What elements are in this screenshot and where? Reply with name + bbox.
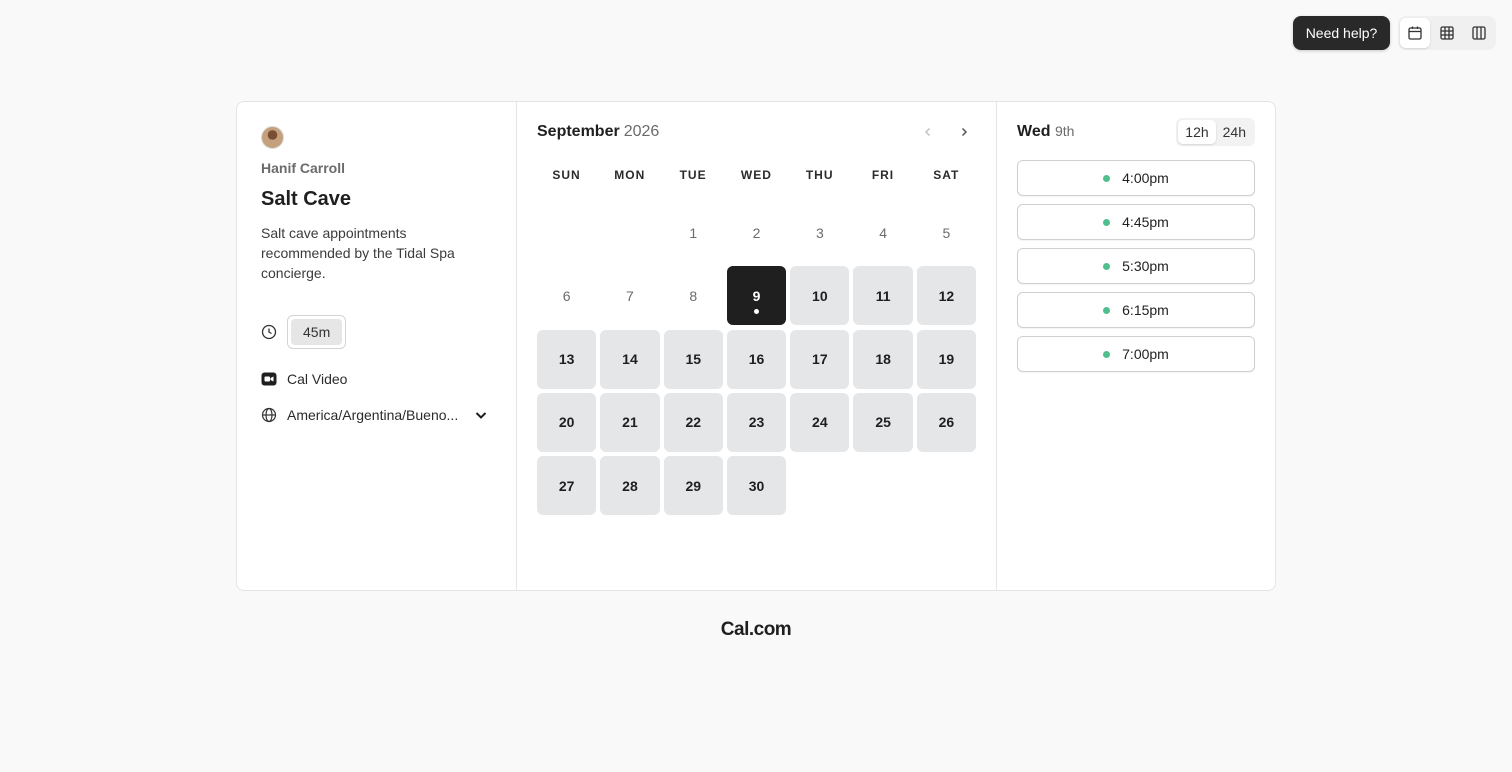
weekday-label: THU (805, 168, 834, 182)
available-day-button[interactable]: 25 (853, 392, 913, 452)
location-label: Cal Video (287, 371, 348, 387)
event-description: Salt cave appointments recommended by th… (261, 225, 455, 281)
calendar-icon (1408, 26, 1422, 40)
available-day-button[interactable]: 20 (537, 392, 597, 452)
available-day-button[interactable]: 16 (726, 329, 787, 389)
location-row: Cal Video (261, 371, 347, 387)
available-day-button[interactable]: 18 (853, 329, 913, 389)
time-slot-label: 4:00pm (1122, 170, 1169, 186)
unavailable-day: 1 (689, 224, 698, 241)
previous-month-button[interactable] (918, 122, 938, 142)
availability-dot-icon (1103, 306, 1111, 314)
availability-dot-icon (1103, 218, 1111, 226)
weekday-label: FRI (871, 168, 895, 182)
weekday-label: TUE (679, 168, 707, 182)
available-day-button[interactable]: 26 (916, 392, 977, 452)
selected-date-label: Wed 9th (1017, 123, 1074, 141)
host-avatar (261, 126, 284, 149)
time-slot-button[interactable]: 4:00pm (1017, 160, 1255, 196)
time-slot-label: 6:15pm (1122, 302, 1169, 318)
unavailable-day: 7 (626, 287, 634, 304)
available-day-button[interactable]: 14 (600, 329, 660, 389)
selected-day-button[interactable]: 9 (726, 266, 787, 326)
timezone-label[interactable]: America/Argentina/Bueno... (287, 407, 458, 423)
time-slot-button[interactable]: 7:00pm (1017, 336, 1255, 372)
year-label: 2026 (623, 123, 660, 140)
weekday-label: MON (614, 168, 646, 182)
duration-selector[interactable]: 45m (287, 315, 347, 349)
next-month-button[interactable] (954, 122, 974, 142)
available-day-button[interactable]: 30 (726, 456, 787, 516)
available-day-button[interactable]: 23 (726, 392, 787, 452)
unavailable-day: 6 (562, 287, 571, 304)
time-slot-button[interactable]: 4:45pm (1017, 204, 1255, 240)
grid-icon (1440, 26, 1454, 40)
availability-dot-icon (1103, 262, 1111, 270)
available-day-button[interactable]: 13 (537, 329, 597, 389)
calendar-panel: September 2026 SUN MON TUE WED THU FRI SAT 1234… (517, 102, 997, 590)
available-day-button[interactable]: 10 (790, 266, 850, 326)
chevron-right-icon (961, 127, 968, 137)
time-slot-button[interactable]: 5:30pm (1017, 248, 1255, 284)
cal-com-logo[interactable]: Cal.com (0, 619, 1512, 641)
available-day-button[interactable]: 24 (790, 392, 850, 452)
clock-icon (261, 324, 277, 340)
empty-day-cell (537, 203, 596, 262)
availability-dot-icon (1103, 350, 1111, 358)
weekday-label: SAT (933, 168, 960, 182)
time-slot-button[interactable]: 6:15pm (1017, 292, 1255, 328)
time-slot-label: 4:45pm (1122, 214, 1169, 230)
available-day-button[interactable]: 29 (663, 456, 723, 516)
unavailable-day: 8 (689, 287, 698, 304)
booking-card: Hanif Carroll Salt Cave Salt cave appoin… (236, 101, 1276, 591)
video-camera-icon (261, 372, 277, 386)
month-label: September (537, 123, 620, 140)
time-format-24h[interactable]: 24h (1216, 120, 1253, 144)
unavailable-day: 2 (752, 224, 761, 241)
columns-icon (1472, 26, 1486, 40)
available-day-button[interactable]: 27 (537, 456, 597, 516)
time-slot-label: 5:30pm (1122, 258, 1169, 274)
layout-view-toggle (1398, 16, 1496, 50)
globe-icon (261, 407, 277, 423)
host-name: Hanif Carroll (261, 160, 346, 176)
available-day-button[interactable]: 12 (916, 266, 977, 326)
chevron-left-icon (924, 127, 931, 137)
timezone-selector[interactable]: America/Argentina/Bueno... (261, 407, 488, 423)
selected-date-number: 9th (1054, 123, 1075, 139)
event-info-panel: Hanif Carroll Salt Cave Salt cave appoin… (237, 102, 517, 590)
available-day-button[interactable]: 11 (853, 266, 913, 326)
time-format-toggle: 12h 24h (1176, 118, 1255, 146)
empty-day-cell (600, 203, 659, 262)
available-day-button[interactable]: 15 (663, 329, 723, 389)
duration-chip[interactable]: 45m (291, 319, 343, 345)
available-day-button[interactable]: 28 (600, 456, 660, 516)
weekday-label: WED (740, 168, 772, 182)
time-slots-panel: Wed 9th 12h 24h 4:00pm 4:45pm 5:30pm 6:15pm 7… (997, 102, 1275, 590)
unavailable-day: 4 (879, 224, 888, 241)
available-day-button[interactable]: 22 (663, 392, 723, 452)
month-year-heading: September 2026 (537, 123, 659, 141)
duration-row: 45m (261, 315, 347, 349)
time-slot-list: 4:00pm 4:45pm 5:30pm 6:15pm 7:00pm (1017, 160, 1255, 372)
column-view-button[interactable] (1464, 18, 1494, 48)
event-title: Salt Cave (261, 188, 352, 210)
unavailable-day: 3 (815, 224, 824, 241)
time-format-12h[interactable]: 12h (1178, 120, 1216, 144)
need-help-button[interactable]: Need help? (1293, 16, 1390, 50)
selected-weekday: Wed (1017, 123, 1051, 140)
unavailable-day: 5 (942, 224, 951, 241)
availability-dot-icon (1103, 174, 1111, 182)
weekday-header: SUN MON TUE WED THU FRI SAT (537, 168, 976, 182)
need-help-label: Need help? (1305, 25, 1378, 41)
weekday-label: SUN (552, 168, 581, 182)
calendar-grid: 1 2 3 4 5 6 7 8 9 10 11 12 13 14 15 16 17 18 19 20 21 22 23 24 2… (537, 203, 977, 516)
available-day-button[interactable]: 17 (790, 329, 850, 389)
weekly-view-button[interactable] (1432, 18, 1462, 48)
available-day-button[interactable]: 19 (916, 329, 977, 389)
chevron-down-icon[interactable] (474, 408, 488, 422)
available-day-button[interactable]: 21 (600, 392, 660, 452)
time-slot-label: 7:00pm (1122, 346, 1169, 362)
month-view-button[interactable] (1400, 18, 1430, 48)
